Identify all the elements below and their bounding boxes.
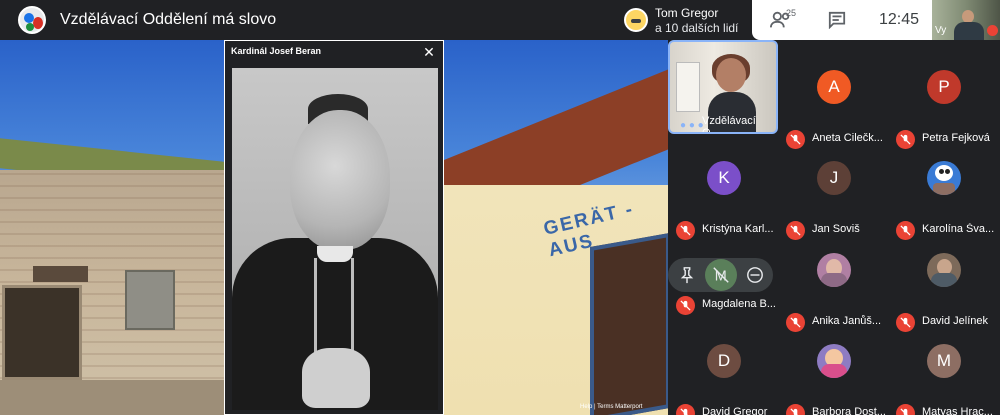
participant-name: David Jelínek — [922, 315, 989, 327]
participant-name: Matyas Hrac... — [922, 406, 993, 415]
participant-tile[interactable]: M Matyas Hrac... — [890, 334, 1000, 415]
participant-name: David Gregor — [702, 406, 768, 415]
participant-name: Magdalena B... — [702, 298, 776, 310]
top-bar: Vzdělávací Oddělení má slovo Tom Gregor … — [0, 0, 1000, 40]
self-label: Vy — [935, 25, 947, 36]
speaking-indicator: ● ● ● — [680, 120, 704, 131]
participant-name: Petra Fejková — [922, 132, 990, 144]
mic-muted-icon — [896, 313, 915, 332]
participant-name: Vzdělávací O... — [702, 115, 756, 134]
participant-tile[interactable]: J Jan Soviš — [780, 151, 890, 241]
stage-credit[interactable]: Help | Terms Matterport — [580, 404, 642, 410]
presenter-indicator[interactable]: Tom Gregor a 10 dalších lidí — [617, 0, 752, 40]
mic-muted-icon — [676, 404, 695, 415]
avatar — [817, 344, 851, 378]
mic-muted-icon — [786, 313, 805, 332]
avatar — [927, 253, 961, 287]
close-icon[interactable]: ✕ — [421, 44, 437, 60]
participant-name: Barbora Dost... — [812, 406, 886, 415]
presenter-name: Tom Gregor — [655, 6, 719, 20]
mic-muted-icon — [786, 130, 805, 149]
participant-tile[interactable]: D David Gregor — [670, 334, 780, 415]
mic-muted-icon — [896, 130, 915, 149]
presenter-subtitle: a 10 dalších lidí — [655, 21, 739, 35]
participant-tile[interactable]: P Petra Fejková — [890, 60, 1000, 150]
participant-tile[interactable]: Magdalena B... — [670, 226, 780, 316]
participant-tile[interactable]: David Jelínek — [890, 243, 1000, 333]
avatar: K — [707, 161, 741, 195]
info-dialog: Kardinál Josef Beran ✕ — [224, 40, 444, 415]
participant-name: Aneta Cilečk... — [812, 132, 883, 144]
mic-muted-icon — [987, 25, 998, 36]
mic-muted-icon — [676, 296, 695, 315]
avatar — [817, 253, 851, 287]
participants-grid: ● ● ● Vzdělávací O... A Aneta Cilečk... … — [668, 40, 1000, 415]
avatar: A — [817, 70, 851, 104]
mic-muted-icon — [786, 221, 805, 240]
portrait-image — [232, 68, 438, 410]
mic-muted-icon — [786, 404, 805, 415]
participant-name: Anika Janůš... — [812, 315, 882, 327]
self-view-tile[interactable]: Vy — [932, 0, 1000, 40]
avatar: P — [927, 70, 961, 104]
avatar: J — [817, 161, 851, 195]
chat-icon[interactable] — [828, 11, 846, 29]
presenter-avatar — [624, 8, 648, 32]
meeting-controls: 25 12:45 — [752, 0, 932, 40]
participants-count: 25 — [786, 8, 797, 18]
avatar: D — [707, 344, 741, 378]
avatar — [927, 161, 961, 195]
meet-window: Vzdělávací Oddělení má slovo Tom Gregor … — [0, 0, 1000, 415]
meeting-title: Vzdělávací Oddělení má slovo — [60, 11, 277, 28]
participant-tile[interactable]: Barbora Dost... — [780, 334, 890, 415]
participant-name: Jan Soviš — [812, 223, 860, 235]
participant-name: Karolína Šva... — [922, 223, 995, 235]
meeting-logo — [18, 6, 46, 34]
dialog-title: Kardinál Josef Beran — [231, 46, 322, 56]
participant-tile[interactable]: Anika Janůš... — [780, 243, 890, 333]
participant-tile[interactable]: Karolína Šva... — [890, 151, 1000, 241]
participant-tile[interactable]: ● ● ● Vzdělávací O... — [668, 40, 778, 134]
clock: 12:45 — [879, 11, 920, 28]
mic-muted-icon — [896, 221, 915, 240]
participant-tile[interactable]: A Aneta Cilečk... — [780, 60, 890, 150]
mic-muted-icon — [896, 404, 915, 415]
avatar: M — [927, 344, 961, 378]
